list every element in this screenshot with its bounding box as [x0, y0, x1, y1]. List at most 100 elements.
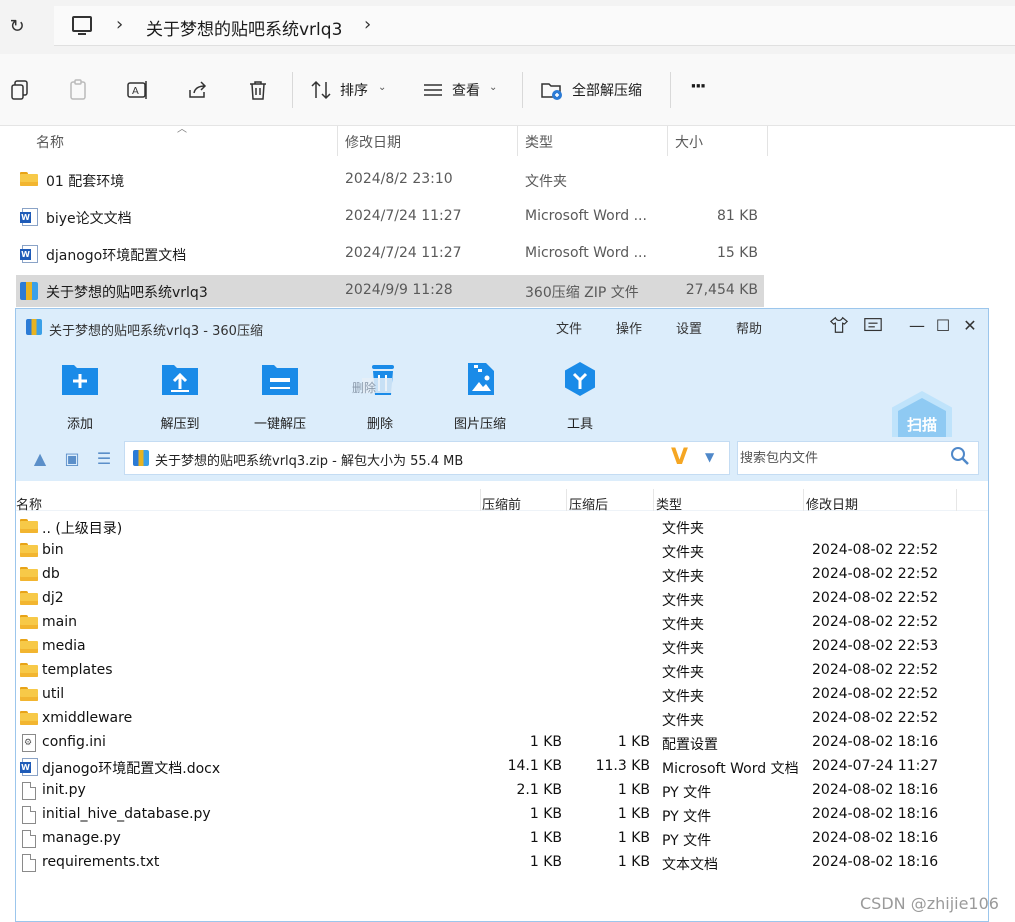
table-row[interactable]: util 文件夹 2024-08-02 22:52	[16, 683, 988, 707]
column-divider[interactable]	[517, 126, 518, 156]
add-button[interactable]: 添加	[40, 355, 120, 433]
table-row[interactable]: config.ini 1 KB 1 KB 配置设置 2024-08-02 18:…	[16, 731, 988, 755]
table-row[interactable]: templates 文件夹 2024-08-02 22:52	[16, 659, 988, 683]
table-row[interactable]: media 文件夹 2024-08-02 22:53	[16, 635, 988, 659]
copy-icon[interactable]	[8, 78, 32, 102]
refresh-icon[interactable]: ↻	[6, 16, 28, 38]
breadcrumb-current-folder[interactable]: 关于梦想的贴吧系统vrlq3	[146, 15, 342, 40]
table-row[interactable]: initial_hive_database.py 1 KB 1 KB PY 文件…	[16, 803, 988, 827]
file-icon	[22, 830, 36, 848]
tools-button[interactable]: 工具	[540, 355, 620, 433]
column-size[interactable]: 大小	[675, 132, 703, 152]
column-name[interactable]: 名称	[16, 494, 42, 513]
archive-path-box[interactable]: 关于梦想的贴吧系统vrlq3.zip - 解包大小为 55.4 MB V ▼	[124, 441, 730, 475]
menu-operation[interactable]: 操作	[616, 318, 642, 337]
column-divider[interactable]	[803, 489, 804, 511]
column-divider[interactable]	[767, 126, 768, 156]
extract-all-button[interactable]: 全部解压缩	[572, 80, 642, 100]
table-row[interactable]: xmiddleware 文件夹 2024-08-02 22:52	[16, 707, 988, 731]
entry-packed-size: 1 KB	[529, 830, 562, 846]
table-row[interactable]: djanogo环境配置文档.docx 14.1 KB 11.3 KB Micro…	[16, 755, 988, 779]
up-arrow-icon[interactable]: ▲	[30, 449, 50, 469]
extract-all-icon[interactable]	[540, 78, 564, 102]
file-date: 2024/7/24 11:27	[345, 245, 462, 261]
column-name[interactable]: 名称	[36, 132, 64, 152]
window-title: 关于梦想的贴吧系统vrlq3 - 360压缩	[49, 324, 263, 339]
table-row[interactable]: db 文件夹 2024-08-02 22:52	[16, 563, 988, 587]
dropdown-arrow-icon[interactable]: ▼	[705, 450, 714, 464]
file-row[interactable]: 01 配套环境 2024/8/2 23:10 文件夹	[16, 164, 764, 196]
maximize-icon[interactable]: ☐	[932, 315, 954, 337]
file-date: 2024/7/24 11:27	[345, 208, 462, 224]
column-divider[interactable]	[480, 489, 481, 511]
thumbnail-view-icon[interactable]: ▣	[62, 449, 82, 469]
chevron-right-icon[interactable]: ›	[364, 14, 371, 35]
delete-button[interactable]: 删除 删除	[340, 355, 420, 433]
column-divider[interactable]	[653, 489, 654, 511]
column-divider[interactable]	[667, 126, 668, 156]
zip-title-bar[interactable]: 关于梦想的贴吧系统vrlq3 - 360压缩 文件 操作 设置 帮助 — ☐ ✕	[16, 309, 988, 345]
archive-search-input[interactable]	[740, 448, 940, 468]
entry-type: 文件夹	[662, 713, 704, 729]
close-icon[interactable]: ✕	[959, 315, 981, 337]
delete-icon[interactable]	[246, 78, 270, 102]
chevron-right-icon[interactable]: ›	[116, 14, 123, 35]
search-icon[interactable]	[950, 446, 970, 466]
image-compress-button[interactable]: 图片压缩	[440, 355, 520, 433]
column-date[interactable]: 修改日期	[345, 132, 401, 152]
file-row[interactable]: biye论文文档 2024/7/24 11:27 Microsoft Word …	[16, 201, 764, 233]
feedback-icon[interactable]	[862, 315, 884, 337]
column-divider[interactable]	[956, 489, 957, 511]
one-click-extract-button[interactable]: 一键解压	[240, 355, 320, 433]
table-row[interactable]: dj2 文件夹 2024-08-02 22:52	[16, 587, 988, 611]
minimize-icon[interactable]: —	[906, 315, 928, 337]
more-options-button[interactable]: ···	[690, 76, 706, 97]
explorer-column-headers: ︿ 名称 修改日期 类型 大小	[0, 124, 770, 156]
menu-settings[interactable]: 设置	[676, 318, 702, 337]
column-date[interactable]: 修改日期	[806, 494, 858, 513]
table-row[interactable]: manage.py 1 KB 1 KB PY 文件 2024-08-02 18:…	[16, 827, 988, 851]
address-box[interactable]: › 关于梦想的贴吧系统vrlq3 ›	[54, 6, 1015, 46]
sort-icon[interactable]	[310, 78, 334, 102]
view-icon[interactable]	[421, 78, 445, 102]
toolbar-divider	[522, 72, 523, 108]
column-divider[interactable]	[337, 126, 338, 156]
rename-icon[interactable]: A	[126, 78, 150, 102]
file-icon	[22, 854, 36, 872]
table-row[interactable]: main 文件夹 2024-08-02 22:52	[16, 611, 988, 635]
extract-to-button[interactable]: 解压到	[140, 355, 220, 433]
file-icon	[22, 782, 36, 800]
skin-icon[interactable]	[828, 315, 850, 337]
column-unpacked-size[interactable]: 压缩后	[569, 494, 608, 513]
table-row[interactable]: bin 文件夹 2024-08-02 22:52	[16, 539, 988, 563]
folder-icon	[20, 519, 38, 533]
share-icon[interactable]	[186, 78, 210, 102]
table-row[interactable]: requirements.txt 1 KB 1 KB 文本文档 2024-08-…	[16, 851, 988, 875]
sort-button[interactable]: 排序	[340, 80, 368, 100]
entry-date: 2024-08-02 18:16	[812, 734, 939, 750]
list-view-icon[interactable]: ☰	[94, 449, 114, 469]
file-row-selected[interactable]: 关于梦想的贴吧系统vrlq3 2024/9/9 11:28 360压缩 ZIP …	[16, 275, 764, 307]
chevron-down-icon[interactable]: ⌄	[378, 82, 386, 93]
this-pc-icon[interactable]	[72, 16, 92, 35]
column-divider[interactable]	[566, 489, 567, 511]
chevron-down-icon[interactable]: ⌄	[489, 82, 497, 93]
entry-unpacked-size: 11.3 KB	[595, 758, 650, 774]
folder-icon	[20, 687, 38, 701]
menu-file[interactable]: 文件	[556, 318, 582, 337]
table-row[interactable]: init.py 2.1 KB 1 KB PY 文件 2024-08-02 18:…	[16, 779, 988, 803]
view-button[interactable]: 查看	[452, 80, 480, 100]
verified-v-icon[interactable]: V	[671, 445, 688, 470]
table-row[interactable]: .. (上级目录) 文件夹	[16, 515, 988, 539]
image-compress-label: 图片压缩	[453, 417, 506, 432]
archive-search-box[interactable]	[737, 441, 979, 475]
menu-help[interactable]: 帮助	[736, 318, 762, 337]
paste-icon[interactable]	[66, 78, 90, 102]
entry-name: db	[42, 566, 60, 582]
column-type[interactable]: 类型	[656, 494, 682, 513]
column-type[interactable]: 类型	[525, 132, 553, 152]
column-packed-size[interactable]: 压缩前	[482, 494, 521, 513]
file-row[interactable]: djanogo环境配置文档 2024/7/24 11:27 Microsoft …	[16, 238, 764, 270]
entry-name: media	[42, 638, 86, 654]
entry-packed-size: 1 KB	[529, 734, 562, 750]
